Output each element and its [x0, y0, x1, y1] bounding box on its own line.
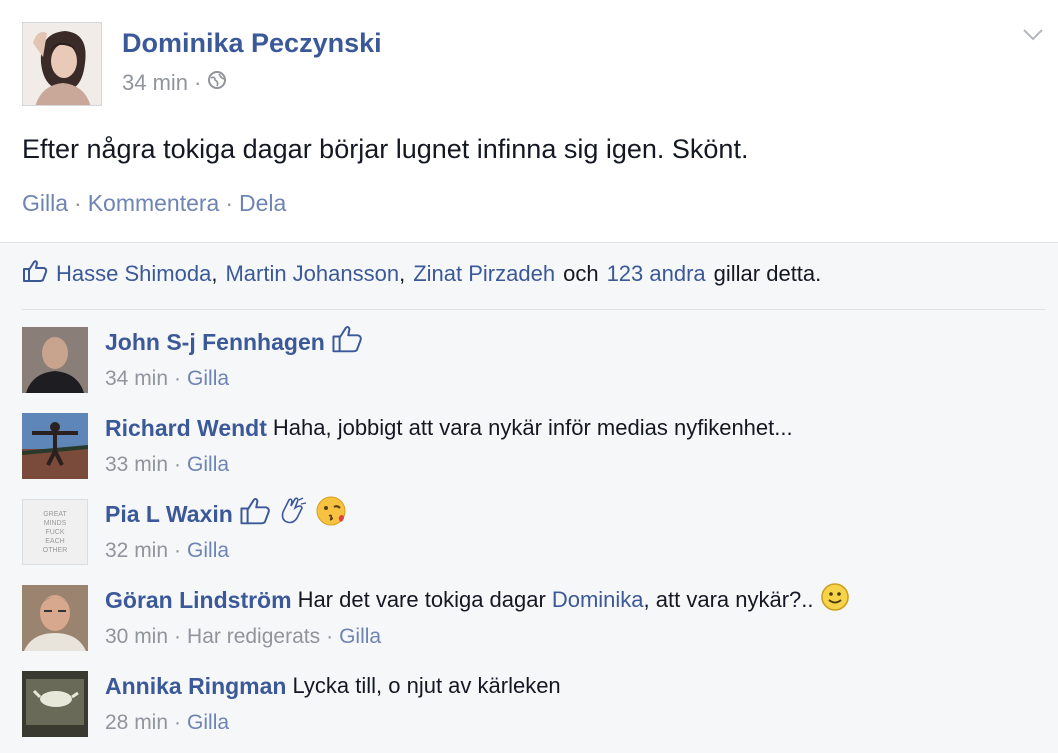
liker-name[interactable]: Zinat Pirzadeh — [413, 261, 555, 287]
post-timestamp[interactable]: 34 min — [122, 70, 188, 96]
commenter-avatar[interactable] — [22, 327, 88, 393]
comment-text: Lycka till, o njut av kärleken — [292, 673, 561, 698]
kissing-face-icon — [315, 495, 347, 533]
comment-item: John S-j Fennhagen 34 min · Gilla — [22, 325, 1042, 405]
comment-like-button[interactable]: Gilla — [187, 711, 229, 735]
commenter-avatar[interactable] — [22, 671, 88, 737]
clapping-hands-icon — [277, 496, 309, 532]
likes-summary: Hasse Shimoda, Martin Johansson, Zinat P… — [22, 259, 821, 289]
globe-icon[interactable] — [207, 70, 227, 96]
liker-name[interactable]: Martin Johansson — [225, 261, 399, 286]
likes-others-link[interactable]: 123 andra — [607, 261, 706, 287]
comment-text-after: , att vara nykär?.. — [643, 587, 814, 612]
divider — [22, 309, 1046, 310]
avatar-text: GREAT MINDS FUCK EACH OTHER — [42, 510, 68, 554]
post-author-name[interactable]: Dominika Peczynski — [122, 28, 382, 59]
comment-like-button[interactable]: Gilla — [339, 625, 381, 649]
comment-like-button[interactable]: Gilla — [187, 367, 229, 391]
comment-text: Haha, jobbigt att vara nykär inför media… — [272, 415, 793, 440]
smiley-face-icon — [820, 582, 850, 618]
comment-item: Göran Lindström Har det vare tokiga daga… — [22, 583, 1042, 663]
commenter-name[interactable]: Pia L Waxin — [105, 501, 233, 528]
action-separator: · — [225, 190, 234, 216]
comment-item: Richard Wendt Haha, jobbigt att vara nyk… — [22, 411, 1042, 491]
action-separator: · — [74, 190, 82, 216]
commenter-name[interactable]: John S-j Fennhagen — [105, 329, 325, 356]
comment-text-before: Har det vare tokiga dagar — [297, 587, 546, 612]
comment-timestamp[interactable]: 30 min — [105, 625, 168, 649]
commenter-avatar[interactable]: GREAT MINDS FUCK EACH OTHER — [22, 499, 88, 565]
like-button[interactable]: Gilla — [22, 190, 68, 217]
meta-separator: · — [194, 70, 202, 95]
thumbs-up-icon — [22, 259, 48, 289]
liker-name[interactable]: Hasse Shimoda — [56, 261, 211, 286]
post-card: Dominika Peczynski 34 min · Efter några … — [0, 0, 1058, 242]
thumbs-up-icon — [331, 324, 363, 360]
commenter-name[interactable]: Göran Lindström — [105, 587, 292, 614]
comments-section: Hasse Shimoda, Martin Johansson, Zinat P… — [0, 242, 1058, 753]
commenter-name[interactable]: Annika Ringman — [105, 673, 286, 700]
post-text: Efter några tokiga dagar börjar lugnet i… — [22, 134, 749, 164]
comment-item: Annika Ringman Lycka till, o njut av kär… — [22, 669, 1042, 749]
comment-item: GREAT MINDS FUCK EACH OTHER Pia L Waxin … — [22, 495, 1042, 577]
commenter-avatar[interactable] — [22, 413, 88, 479]
mention-link[interactable]: Dominika — [552, 587, 644, 612]
likes-conjunction: och — [563, 261, 599, 286]
edited-label[interactable]: Har redigerats — [187, 625, 320, 649]
comment-timestamp[interactable]: 33 min — [105, 453, 168, 477]
share-button[interactable]: Dela — [239, 190, 286, 217]
post-meta: 34 min · — [122, 70, 227, 96]
comment-like-button[interactable]: Gilla — [187, 539, 229, 563]
comment-timestamp[interactable]: 34 min — [105, 367, 168, 391]
comment-like-button[interactable]: Gilla — [187, 453, 229, 477]
commenter-name[interactable]: Richard Wendt — [105, 415, 267, 442]
comment-button[interactable]: Kommentera — [88, 190, 220, 217]
comment-timestamp[interactable]: 28 min — [105, 711, 168, 735]
chevron-down-icon[interactable] — [1022, 28, 1044, 42]
thumbs-up-icon — [239, 496, 271, 532]
author-avatar[interactable] — [22, 22, 102, 106]
post-actions: Gilla · Kommentera · Dela — [22, 190, 286, 217]
commenter-avatar[interactable] — [22, 585, 88, 651]
likes-suffix: gillar detta. — [713, 261, 822, 286]
comment-timestamp[interactable]: 32 min — [105, 539, 168, 563]
